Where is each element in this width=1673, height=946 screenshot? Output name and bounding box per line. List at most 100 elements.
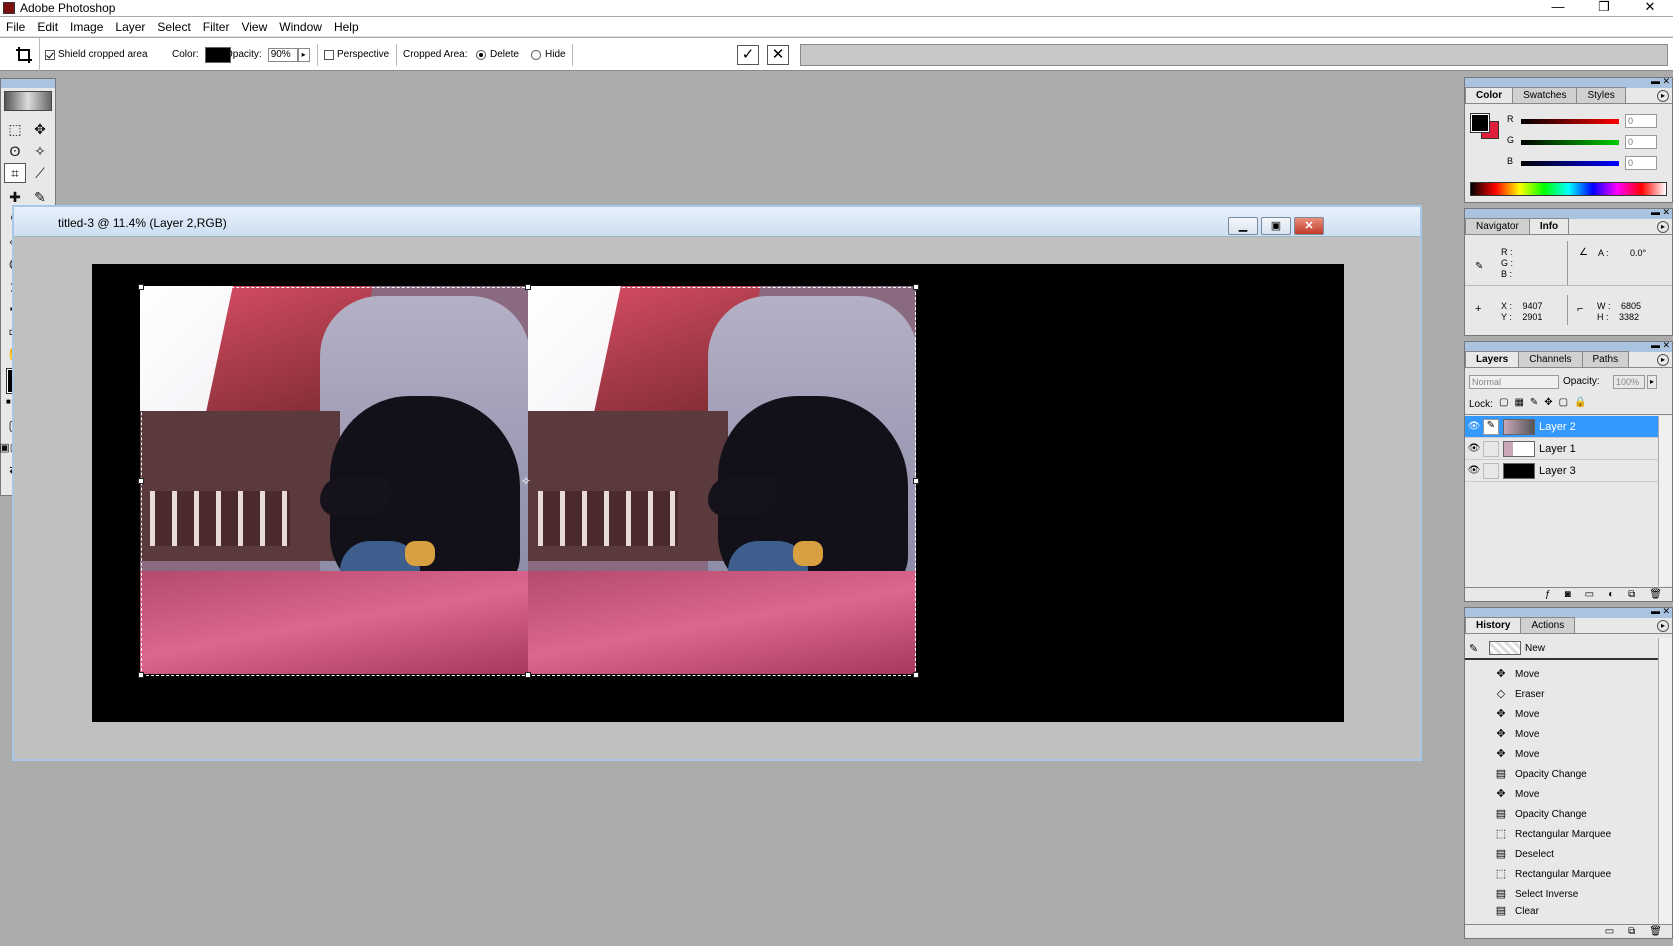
history-item[interactable]: ✥ Move [1465, 724, 1658, 744]
delete-radio[interactable] [476, 49, 486, 60]
history-item[interactable]: ▤ Clear [1465, 904, 1658, 918]
trash-icon[interactable]: 🗑 [1649, 589, 1662, 600]
history-item[interactable]: ✥ Move [1465, 744, 1658, 764]
hide-radio[interactable] [531, 49, 541, 60]
menu-image[interactable]: Image [64, 17, 109, 37]
healing-brush-tool-icon[interactable]: ✚ [4, 187, 26, 207]
color-panel-fg-swatch[interactable] [1470, 113, 1490, 133]
brush-tool-icon[interactable]: ✎ [29, 187, 51, 207]
history-item[interactable]: ✥ Move [1465, 704, 1658, 724]
panel-close-icon[interactable]: ▬ ✕ [1651, 606, 1670, 617]
layer-row[interactable]: 👁 Layer 1 [1465, 438, 1658, 460]
history-item[interactable]: ✥ Move [1465, 784, 1658, 804]
link-icon[interactable] [1483, 440, 1499, 457]
visibility-eye-icon[interactable]: 👁 [1465, 421, 1483, 432]
menu-view[interactable]: View [235, 17, 273, 37]
crop-handle-top-left[interactable] [138, 284, 144, 290]
new-layer-icon[interactable]: ⧉ [1628, 589, 1635, 600]
document-close-button[interactable]: ✕ [1294, 217, 1324, 235]
opacity-arrow-button[interactable]: ▸ [297, 47, 310, 62]
history-scrollbar[interactable] [1658, 638, 1672, 924]
menu-select[interactable]: Select [151, 17, 196, 37]
panel-close-icon[interactable]: ▬ ✕ [1651, 76, 1670, 87]
document-minimize-button[interactable]: ▁ [1228, 217, 1258, 235]
b-slider[interactable] [1521, 161, 1619, 166]
tab-layers[interactable]: Layers [1465, 351, 1520, 367]
opacity-input[interactable]: 90% [267, 47, 298, 62]
tab-styles[interactable]: Styles [1576, 87, 1626, 103]
history-item[interactable]: ▤ Opacity Change [1465, 764, 1658, 784]
layer-row[interactable]: 👁 Layer 3 [1465, 460, 1658, 482]
canvas[interactable] [92, 264, 1344, 722]
menu-edit[interactable]: Edit [31, 17, 64, 37]
history-item[interactable]: ▤ Select Inverse [1465, 884, 1658, 904]
lasso-tool-icon[interactable]: ʘ [4, 141, 26, 161]
panel-menu-arrow-icon[interactable]: ▸ [1657, 620, 1669, 632]
tab-paths[interactable]: Paths [1581, 351, 1630, 367]
g-slider[interactable] [1521, 140, 1619, 145]
adjustment-layer-icon[interactable]: ◐ [1608, 589, 1614, 600]
menu-file[interactable]: File [0, 17, 31, 37]
history-snapshot[interactable]: ✎ New [1465, 638, 1658, 660]
blend-mode-select[interactable]: Normal [1469, 375, 1559, 389]
panel-close-icon[interactable]: ▬ ✕ [1651, 340, 1670, 351]
marquee-tool-icon[interactable]: ⬚ [4, 119, 26, 139]
shield-cropped-area-checkbox[interactable] [45, 49, 55, 60]
tab-navigator[interactable]: Navigator [1465, 218, 1530, 234]
panel-close-icon[interactable]: ▬ ✕ [1651, 207, 1670, 218]
commit-crop-button[interactable]: ✓ [737, 44, 759, 65]
move-tool-icon[interactable]: ✥ [29, 119, 51, 139]
tab-actions[interactable]: Actions [1520, 617, 1576, 633]
crop-handle-left[interactable] [138, 478, 144, 484]
b-value-input[interactable]: 0 [1625, 156, 1657, 170]
document-maximize-button[interactable]: ▣ [1261, 217, 1291, 235]
link-icon[interactable] [1483, 462, 1499, 479]
cancel-crop-button[interactable]: ✕ [767, 44, 789, 65]
history-brush-source-icon[interactable]: ✎ [1469, 642, 1485, 655]
crop-tool-icon[interactable]: ⌗ [4, 163, 26, 183]
perspective-checkbox[interactable] [324, 49, 334, 60]
layers-scrollbar[interactable] [1658, 416, 1672, 586]
crop-handle-bottom[interactable] [525, 672, 531, 678]
history-item[interactable]: ✥ Move [1465, 664, 1658, 684]
layer-opacity-input[interactable]: 100% [1613, 375, 1645, 389]
layer-style-icon[interactable]: ƒ [1545, 589, 1551, 600]
window-restore-button[interactable]: ❐ [1581, 0, 1627, 16]
history-item[interactable]: ▤ Opacity Change [1465, 804, 1658, 824]
layer-mask-icon[interactable]: ◙ [1565, 589, 1571, 600]
r-slider[interactable] [1521, 119, 1619, 124]
panel-menu-arrow-icon[interactable]: ▸ [1657, 354, 1669, 366]
panel-menu-arrow-icon[interactable]: ▸ [1657, 90, 1669, 102]
menu-help[interactable]: Help [328, 17, 365, 37]
color-ramp[interactable] [1470, 182, 1667, 196]
tab-history[interactable]: History [1465, 617, 1522, 633]
new-snapshot-icon[interactable]: ⧉ [1628, 926, 1635, 937]
magic-wand-tool-icon[interactable]: ✧ [29, 141, 51, 161]
visibility-eye-icon[interactable]: 👁 [1465, 465, 1483, 476]
history-item[interactable]: ▤ Deselect [1465, 844, 1658, 864]
window-close-button[interactable]: ✕ [1627, 0, 1673, 16]
adobe-online-logo[interactable] [4, 91, 52, 111]
tab-info[interactable]: Info [1528, 218, 1570, 234]
crop-tool-preset-icon[interactable] [8, 38, 40, 71]
brush-link-icon[interactable]: ✎ [1483, 418, 1499, 435]
tab-channels[interactable]: Channels [1518, 351, 1583, 367]
history-item[interactable]: ⬚ Rectangular Marquee [1465, 864, 1658, 884]
g-value-input[interactable]: 0 [1625, 135, 1657, 149]
crop-center-point-icon[interactable]: ✧ [521, 474, 531, 488]
default-colors-icon[interactable]: ■ [6, 397, 11, 406]
trash-icon[interactable]: 🗑 [1649, 926, 1662, 937]
crop-handle-bottom-left[interactable] [138, 672, 144, 678]
menu-layer[interactable]: Layer [109, 17, 151, 37]
history-item[interactable]: ⬚ Rectangular Marquee [1465, 824, 1658, 844]
r-value-input[interactable]: 0 [1625, 114, 1657, 128]
crop-handle-top-right[interactable] [913, 284, 919, 290]
new-set-icon[interactable]: ▭ [1585, 589, 1594, 600]
menu-window[interactable]: Window [273, 17, 328, 37]
menu-filter[interactable]: Filter [197, 17, 236, 37]
tab-color[interactable]: Color [1465, 87, 1514, 103]
layer-row[interactable]: 👁 ✎ Layer 2 [1465, 416, 1658, 438]
tab-swatches[interactable]: Swatches [1512, 87, 1578, 103]
panel-menu-arrow-icon[interactable]: ▸ [1657, 221, 1669, 233]
crop-handle-top[interactable] [525, 284, 531, 290]
